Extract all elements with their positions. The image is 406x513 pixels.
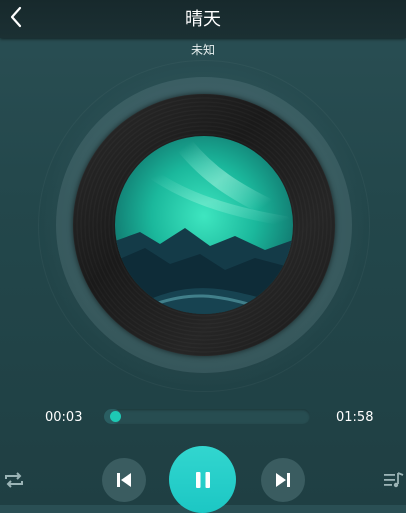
repeat-button[interactable]: [2, 468, 26, 492]
play-pause-button[interactable]: [169, 446, 236, 513]
song-title: 晴天: [185, 9, 221, 30]
playlist-button[interactable]: [382, 468, 406, 492]
top-bar: 晴天: [0, 0, 406, 38]
artist-name: 未知: [190, 43, 215, 57]
current-time: 00:03: [45, 410, 83, 425]
pause-icon: [195, 471, 210, 488]
skip-next-icon: [276, 473, 290, 487]
next-button[interactable]: [261, 458, 305, 502]
previous-button[interactable]: [102, 458, 146, 502]
skip-previous-icon: [117, 473, 131, 487]
total-duration: 01:58: [336, 410, 374, 425]
album-art: [115, 136, 293, 314]
progress-bar[interactable]: [104, 409, 310, 424]
progress-thumb[interactable]: [109, 411, 121, 422]
playlist-icon: [384, 472, 404, 488]
repeat-icon: [5, 472, 23, 488]
